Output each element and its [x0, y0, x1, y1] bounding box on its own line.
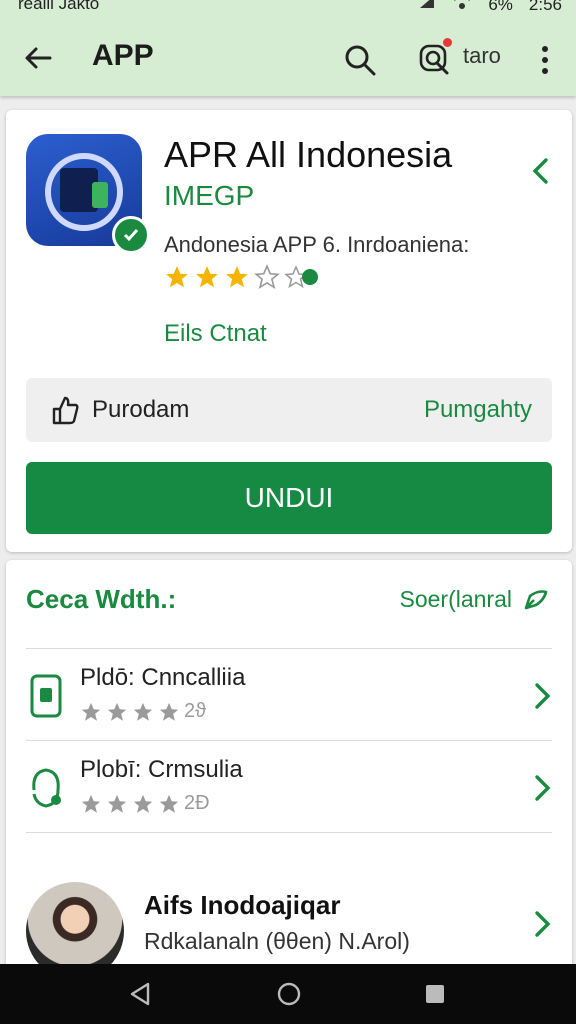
expand-chevron-button[interactable]	[526, 156, 556, 186]
divider	[26, 832, 552, 833]
notification-button[interactable]	[414, 36, 456, 80]
list-item-rating-text: 2ϑ	[184, 700, 207, 722]
search-button[interactable]	[338, 38, 382, 82]
star-icon	[159, 702, 179, 721]
time-text: 2:56	[528, 0, 562, 14]
star-icon	[107, 794, 127, 813]
info-left-label: Purodam	[92, 396, 190, 423]
app-card: APR All Indonesia IMEGP Andonesia APP 6.…	[6, 110, 572, 552]
app-developer[interactable]: IMEGP	[164, 180, 254, 212]
app-title: APR All Indonesia	[164, 134, 453, 175]
star-icon	[196, 266, 218, 288]
see-all-label: Soer(lanral	[399, 586, 513, 612]
info-right-label: Pumgahty	[423, 396, 532, 423]
list-item-name: Pldō: Cnncalliia	[80, 664, 246, 691]
app-description: Andonesia APP 6. Inrdoaniena:	[164, 232, 470, 257]
more-vert-icon	[542, 46, 548, 74]
search-icon	[345, 45, 376, 76]
signal-icon	[418, 0, 436, 15]
chevron-right-icon	[528, 908, 556, 940]
back-arrow-icon	[25, 47, 52, 69]
see-all-link[interactable]: Soer(lanral	[400, 586, 551, 613]
star-icon	[107, 702, 127, 721]
status-bar: reaill Jakto 6% 2:56	[0, 0, 576, 22]
system-nav-bar	[0, 964, 576, 1024]
divider	[26, 740, 552, 741]
status-left-text: reaill Jakto	[18, 0, 100, 13]
app-category[interactable]: Eils Ctnat	[164, 320, 267, 348]
status-right: 6% 2:56	[418, 0, 562, 15]
star-badge-icon	[284, 265, 318, 289]
list-item[interactable]: Plobī: Crmsulia 2Ð	[26, 744, 556, 834]
divider	[26, 648, 552, 649]
list-item-name: Plobī: Crmsulia	[80, 756, 243, 783]
phone-icon	[26, 672, 66, 720]
nav-home-icon[interactable]	[276, 981, 302, 1007]
star-icon	[159, 794, 179, 813]
edit-icon	[524, 589, 548, 609]
app-rating-stars	[164, 264, 320, 290]
top-app-bar: APP taro	[0, 22, 576, 96]
star-outline-icon	[254, 264, 280, 290]
back-button[interactable]	[18, 38, 58, 78]
battery-text: 6%	[488, 0, 513, 14]
star-icon	[166, 266, 188, 288]
info-box[interactable]: Purodam Pumgahty	[26, 378, 552, 442]
star-icon	[133, 794, 153, 813]
user-label[interactable]: taro	[463, 43, 501, 69]
star-icon	[133, 702, 153, 721]
profile-subtitle: Rdkalanaln (θθen) N.Arol)	[144, 928, 410, 954]
chevron-right-icon	[528, 680, 556, 712]
top-bar-title: APP	[92, 39, 154, 72]
support-icon	[26, 764, 66, 812]
app-icon[interactable]	[26, 134, 150, 254]
star-icon	[81, 794, 101, 813]
star-icon	[226, 266, 248, 288]
notification-dot	[443, 38, 452, 47]
star-icon	[81, 702, 101, 721]
nav-recents-icon[interactable]	[422, 981, 448, 1007]
wifi-icon	[452, 0, 472, 15]
related-section-card: Ceca Wdth.: Soer(lanral Pldō: Cnncalliia…	[6, 560, 572, 980]
profile-name: Aifs Inodoajiqar	[144, 890, 341, 920]
list-item[interactable]: Pldō: Cnncalliia 2ϑ	[26, 652, 556, 742]
install-button[interactable]: UNDUI	[26, 462, 552, 534]
list-item-rating: 2Ð	[80, 792, 210, 815]
verified-badge-icon	[112, 216, 150, 254]
section-title: Ceca Wdth.:	[26, 584, 177, 614]
list-item-rating-text: 2Ð	[184, 792, 210, 814]
list-item-rating: 2ϑ	[80, 700, 206, 723]
chevron-right-icon	[528, 772, 556, 804]
nav-back-icon[interactable]	[128, 981, 154, 1007]
chevron-left-icon	[532, 158, 548, 184]
more-button[interactable]	[528, 38, 562, 82]
thumbs-up-icon	[50, 395, 80, 430]
